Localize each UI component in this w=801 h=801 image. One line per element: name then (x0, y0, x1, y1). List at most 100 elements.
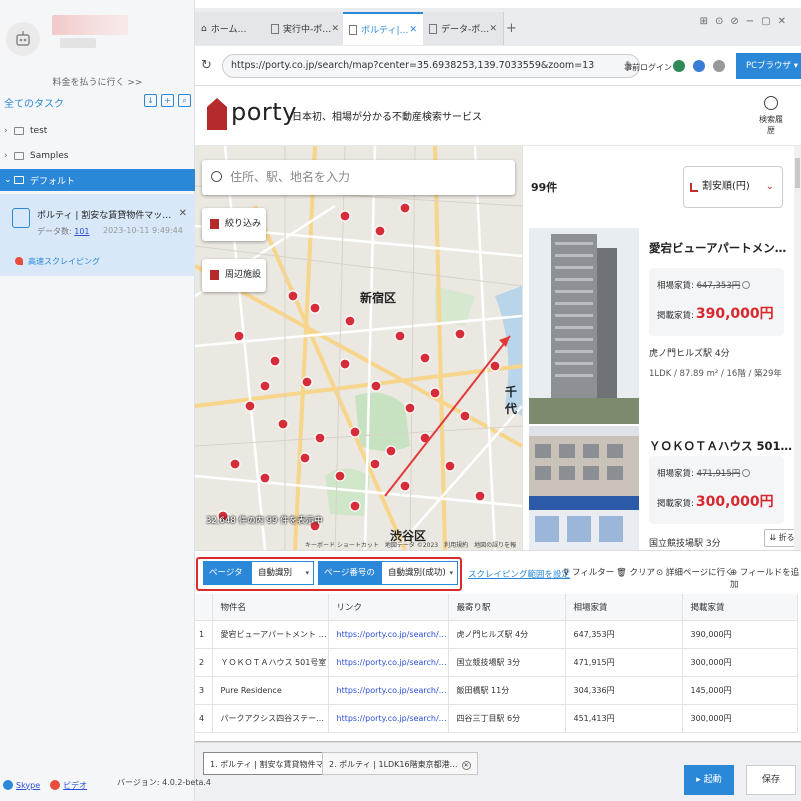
table-row[interactable]: 1 愛宕ビューアパートメント 1606… https://porty.co.jp… (195, 620, 798, 649)
new-task-icon[interactable]: + (161, 94, 174, 107)
tab-porty[interactable]: ポルティ|… ✕ (343, 12, 424, 45)
prelogin-button[interactable]: 事前ログイン (624, 62, 672, 73)
filter-button[interactable]: 絞り込み (202, 208, 266, 241)
search-history-button[interactable]: 検索履歴 (756, 96, 786, 136)
extension-icon[interactable] (713, 60, 725, 72)
folder-test[interactable]: › test (0, 120, 195, 142)
listing-photo[interactable] (529, 426, 639, 550)
table-cell[interactable]: パークアクシス四谷ステージ 130… (212, 704, 329, 733)
table-cell[interactable]: https://porty.co.jp/search/chintai/14… (328, 620, 449, 649)
tab-home[interactable]: ⌂ ホーム… (195, 12, 276, 45)
table-cell[interactable]: 451,413円 (565, 704, 683, 733)
column-header[interactable]: 掲載家賃 (682, 594, 798, 621)
scraping-range-link[interactable]: スクレイピング範囲を設定 (468, 568, 570, 580)
listed-rent-label: 掲載家賃: (657, 499, 694, 509)
window-controls[interactable]: ⊞⊙⊘−▢✕ (700, 16, 793, 27)
porty-logo[interactable]: porty (231, 98, 297, 126)
column-header[interactable]: 相場家賃 (565, 594, 683, 621)
column-header (195, 594, 213, 621)
close-icon[interactable]: ✕ (409, 25, 417, 35)
task-tab-2[interactable]: 2. ポルティ | 1LDK16階東京都港… ✕ (322, 752, 478, 775)
task-card[interactable]: ポルティ | 割安な賃貸物件マップ-スクレイ… ✕ データ数: 101 2023… (0, 194, 195, 276)
listing-title[interactable]: 愛宕ビューアパートメン… (649, 240, 799, 256)
table-cell[interactable]: https://porty.co.jp/search/chintai/14… (328, 676, 449, 705)
scrollbar[interactable] (794, 146, 801, 550)
upgrade-link[interactable]: 料金を払うに行く >> (0, 75, 195, 88)
table-row[interactable]: 3 Pure Residence https://porty.co.jp/sea… (195, 676, 798, 705)
table-cell[interactable]: 四谷三丁目駅 6分 (448, 704, 566, 733)
listing-photo[interactable] (529, 228, 639, 424)
table-cell[interactable]: https://porty.co.jp/search/chintai/14… (328, 648, 449, 677)
data-count-link[interactable]: 101 (74, 227, 89, 236)
tab-label: データ-ポ… (441, 25, 490, 35)
table-cell[interactable]: 300,000円 (682, 648, 798, 677)
task-tab-label: 2. ポルティ | 1LDK16階東京都港… (329, 760, 458, 769)
pc-browser-button[interactable]: PCブラウザ ▾ (736, 53, 801, 79)
table-cell[interactable]: 国立競技場駅 3分 (448, 648, 566, 677)
map-search-input[interactable]: 住所、駅、地名を入力 (202, 160, 515, 195)
all-tasks-header: 全てのタスク ↓ + ⌕ (0, 92, 195, 112)
import-icon[interactable]: ↓ (144, 94, 157, 107)
close-icon[interactable]: ✕ (489, 24, 497, 34)
tab-running[interactable]: 実行中-ポ… ✕ (265, 12, 346, 45)
table-cell[interactable]: 飯田橋駅 11分 (448, 676, 566, 705)
fast-scraping-link[interactable]: 高速スクレイピング (15, 256, 100, 267)
table-cell[interactable]: 虎ノ門ヒルズ駅 4分 (448, 620, 566, 649)
close-icon[interactable]: ✕ (179, 208, 187, 219)
sort-label: 割安順(円) (702, 181, 750, 192)
table-cell[interactable]: 304,336円 (565, 676, 683, 705)
table-row[interactable]: 2 ＹＯＫＯＴＡハウス 501号室 https://porty.co.jp/se… (195, 648, 798, 677)
column-header[interactable]: 最寄り駅 (448, 594, 566, 621)
video-link[interactable]: ビデオ (63, 780, 87, 791)
sort-select[interactable]: 割安順(円) ⌄ (683, 166, 783, 208)
save-button[interactable]: 保存 (746, 765, 796, 795)
listing-title[interactable]: ＹＯＫＯＴＡハウス 501… (649, 438, 801, 454)
extension-icon[interactable] (673, 60, 685, 72)
add-field-label: フィールドを追加 (730, 568, 800, 590)
listing-card[interactable]: 愛宕ビューアパートメン… 相場家賃: 647,353円 掲載家賃:390,000… (529, 228, 799, 424)
folder-samples[interactable]: › Samples (0, 145, 195, 167)
page-type-select[interactable]: 自動識別 ▾ (251, 561, 314, 585)
extension-icon[interactable] (693, 60, 705, 72)
all-tasks-label[interactable]: 全てのタスク (4, 95, 64, 110)
table-cell[interactable]: 300,000円 (682, 704, 798, 733)
nearby-facilities-button[interactable]: 周辺施設 (202, 259, 266, 292)
close-icon[interactable]: ✕ (461, 761, 471, 770)
clear-button[interactable]: 🗑 クリア (616, 566, 655, 578)
column-header[interactable]: リンク (328, 594, 449, 621)
column-header[interactable]: 物件名 (212, 594, 329, 621)
page-number-button[interactable]: ページ番号の設定 (318, 561, 381, 602)
table-cell[interactable]: ＹＯＫＯＴＡハウス 501号室 (212, 648, 329, 677)
task-title[interactable]: ポルティ | 割安な賃貸物件マップ-スクレイ… (37, 208, 177, 221)
reload-icon[interactable]: ↻ (201, 58, 212, 73)
table-cell[interactable]: 145,000円 (682, 676, 798, 705)
close-icon[interactable]: ✕ (331, 24, 339, 34)
table-cell[interactable]: 390,000円 (682, 620, 798, 649)
table-cell[interactable]: 愛宕ビューアパートメント 1606… (212, 620, 329, 649)
table-cell[interactable]: 647,353円 (565, 620, 683, 649)
map[interactable]: 住所、駅、地名を入力 絞り込み 周辺施設 新宿区 渋谷区 千代 32,648 件… (195, 146, 522, 550)
table-cell[interactable]: https://porty.co.jp/search/chintai/14… (328, 704, 449, 733)
url-input[interactable]: https://porty.co.jp/search/map?center=35… (222, 54, 640, 78)
filter-button[interactable]: ⊽ フィルター (563, 566, 614, 578)
search-task-icon[interactable]: ⌕ (178, 94, 191, 107)
sidebar: 料金を払うに行く >> 全てのタスク ↓ + ⌕ › test › Sample… (0, 0, 195, 801)
page-number-select[interactable]: 自動識別(成功) ▾ (381, 561, 458, 585)
info-icon[interactable] (742, 281, 751, 289)
table-row[interactable]: 4 パークアクシス四谷ステージ 130… https://porty.co.jp… (195, 704, 798, 733)
folder-default[interactable]: ⌄ デフォルト (0, 169, 195, 191)
start-button[interactable]: ▸ 起動 (684, 765, 734, 795)
table-cell[interactable]: 471,915円 (565, 648, 683, 677)
add-field-button[interactable]: ⊕ フィールドを追加 (730, 566, 801, 590)
table-cell[interactable]: Pure Residence (212, 676, 329, 705)
page-type-button[interactable]: ページタイプ (203, 561, 251, 602)
price-box: 相場家賃: 647,353円 掲載家賃: 390,000円 (649, 268, 784, 336)
scrollbar-thumb[interactable] (795, 158, 800, 188)
skype-link[interactable]: Skype (16, 781, 40, 790)
info-icon[interactable] (742, 469, 751, 477)
avatar[interactable] (6, 22, 40, 56)
porty-logo-icon[interactable] (207, 98, 227, 130)
tab-data[interactable]: データ-ポ… ✕ (423, 12, 504, 45)
detail-page-button[interactable]: ⊙ 詳細ページに行く (656, 566, 734, 578)
new-tab-button[interactable]: + (506, 21, 517, 36)
